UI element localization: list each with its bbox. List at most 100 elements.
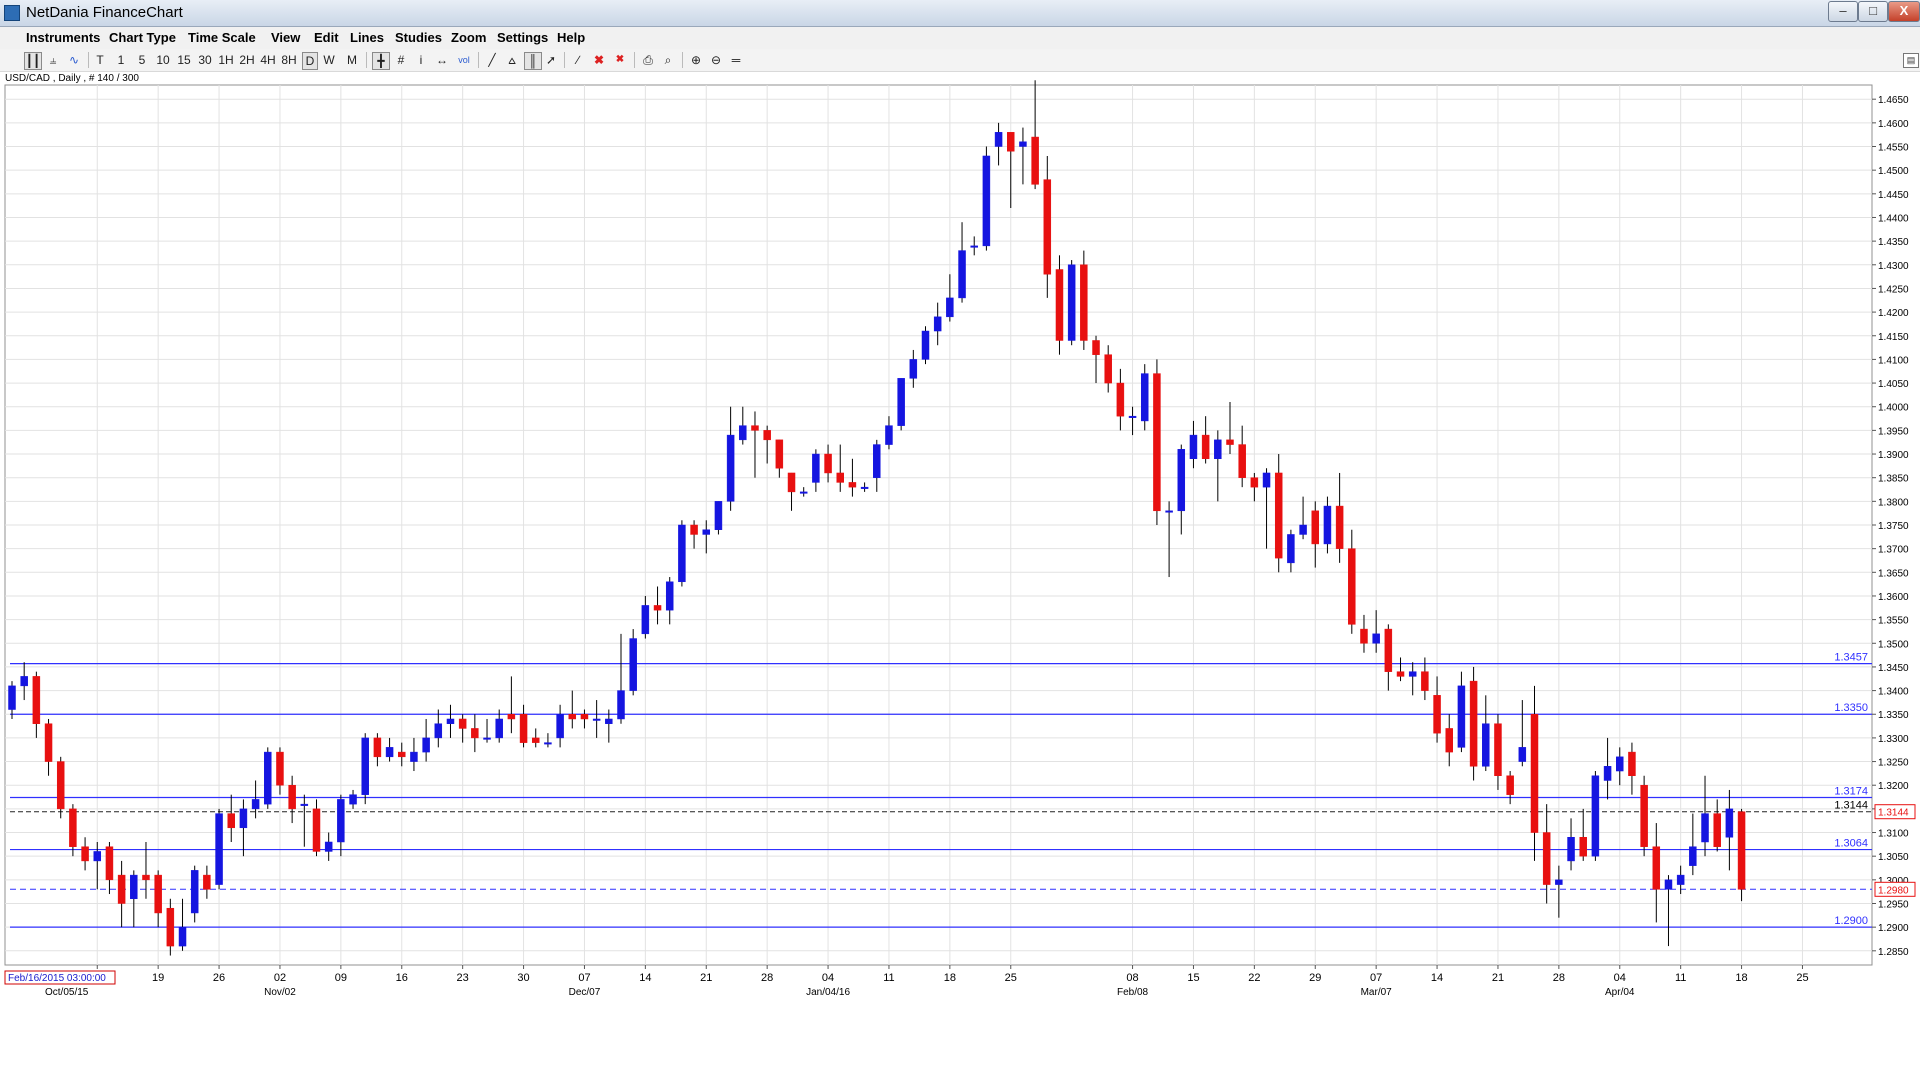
candle-body-up — [909, 359, 918, 379]
candle-body-up — [300, 803, 309, 806]
candle-body-down — [507, 713, 516, 720]
x-tick-label: 23 — [457, 972, 469, 984]
time-axis: 12192602Nov/020916233007Dec/0714212804Ja… — [4, 965, 1809, 998]
candle-body-down — [1311, 510, 1320, 545]
candle-body-up — [678, 524, 686, 583]
candle-body-down — [690, 524, 698, 535]
candle-body-up — [1567, 837, 1575, 862]
candle-body-up — [982, 155, 991, 247]
candle-body-up — [970, 245, 978, 248]
candle-body-down — [312, 808, 321, 852]
candle-body-up — [385, 747, 394, 758]
y-tick-label: 1.4650 — [1878, 95, 1909, 106]
x-tick-label: 30 — [517, 972, 529, 984]
candle-body-down — [81, 846, 89, 862]
x-tick-label: 21 — [1492, 972, 1504, 984]
x-tick-label: 14 — [1431, 972, 1443, 984]
x-tick-label: 08 — [1126, 972, 1138, 984]
candle-body-up — [1165, 510, 1173, 513]
y-tick-label: 1.3350 — [1878, 710, 1909, 721]
candle-body-up — [1408, 671, 1417, 677]
y-tick-label: 1.3600 — [1878, 592, 1909, 603]
candle-body-up — [1323, 505, 1332, 545]
x-tick-label: 28 — [1553, 972, 1565, 984]
candle-body-down — [653, 605, 662, 611]
candle-body-down — [1628, 751, 1636, 777]
candle-body-down — [1043, 179, 1052, 275]
candle-body-down — [1469, 680, 1478, 767]
y-tick-label: 1.3200 — [1878, 781, 1909, 792]
price-chart[interactable]: 1.3457 1.3350 1.3174 1.3064 1.2900 1.3144 1.2… — [0, 0, 1920, 1010]
candle-body-up — [93, 851, 102, 862]
x-tick-label: 16 — [396, 972, 408, 984]
candle-body-down — [105, 846, 114, 881]
candle-body-up — [446, 718, 455, 724]
y-tick-label: 1.4350 — [1878, 237, 1909, 248]
candle-body-up — [1616, 756, 1624, 772]
candle-body-up — [1689, 846, 1697, 866]
candle-body-down — [1348, 548, 1356, 625]
candle-body-down — [288, 784, 296, 810]
candle-body-down — [1250, 477, 1259, 488]
candle-body-up — [1177, 449, 1186, 512]
y-tick-label: 1.2900 — [1878, 923, 1909, 934]
reference-price-label: 1.3144 — [1834, 800, 1868, 812]
y-tick-label: 1.3450 — [1878, 663, 1909, 674]
x-tick-label: 19 — [152, 972, 164, 984]
y-tick-label: 1.3800 — [1878, 497, 1909, 508]
candle-body-down — [1360, 628, 1368, 644]
candle-body-down — [1226, 439, 1234, 445]
candle-body-up — [251, 799, 260, 810]
y-tick-label: 1.4300 — [1878, 261, 1909, 272]
last-price-box-label: 1.2980 — [1878, 885, 1909, 896]
candle-body-up — [434, 723, 443, 739]
candle-body-up — [946, 297, 954, 318]
candle-body-up — [885, 425, 893, 445]
candle-body-down — [117, 874, 126, 904]
candle-body-down — [580, 713, 589, 720]
candle-body-down — [1104, 354, 1112, 384]
candle-body-down — [1238, 444, 1246, 478]
x-tick-label: 04 — [1614, 972, 1626, 984]
x-tick-label: 07 — [1370, 972, 1382, 984]
x-tick-label: 28 — [761, 972, 773, 984]
candle-body-down — [166, 907, 175, 947]
candle-body-up — [556, 713, 564, 739]
candle-body-up — [1518, 747, 1527, 762]
y-tick-label: 1.4100 — [1878, 355, 1909, 366]
y-tick-label: 1.3100 — [1878, 829, 1909, 840]
candle-body-up — [605, 718, 613, 724]
x-tick-label: 04 — [822, 972, 834, 984]
x-tick-label: 15 — [1187, 972, 1199, 984]
candle-body-down — [1713, 813, 1721, 847]
y-tick-label: 1.4400 — [1878, 213, 1909, 224]
y-tick-label: 1.3900 — [1878, 450, 1909, 461]
candle-body-down — [1433, 695, 1441, 734]
y-tick-label: 1.3700 — [1878, 545, 1909, 556]
candle-body-down — [1092, 340, 1100, 355]
candle-body-up — [422, 737, 430, 753]
candle-body-up — [1664, 879, 1673, 890]
horizontal-level-label: 1.3174 — [1834, 786, 1868, 798]
candle-body-up — [1189, 434, 1198, 460]
candle-body-up — [958, 250, 966, 299]
y-tick-label: 1.3850 — [1878, 474, 1909, 485]
x-tick-label: 18 — [944, 972, 956, 984]
x-period-label: Mar/07 — [1361, 987, 1393, 998]
y-tick-label: 1.4450 — [1878, 190, 1909, 201]
x-tick-label: 14 — [639, 972, 651, 984]
candle-body-up — [702, 529, 711, 535]
candle-body-up — [349, 794, 357, 805]
candle-body-down — [471, 728, 479, 739]
x-tick-label: 18 — [1735, 972, 1747, 984]
y-tick-label: 1.3950 — [1878, 426, 1909, 437]
candle-body-up — [8, 685, 16, 710]
footer-area — [0, 1002, 1920, 1080]
candle-body-down — [203, 874, 211, 890]
candle-body-up — [178, 926, 187, 947]
y-tick-label: 1.2850 — [1878, 947, 1909, 958]
candle-body-down — [1031, 136, 1039, 185]
candle-body-down — [398, 751, 406, 758]
candle-body-down — [1530, 713, 1539, 833]
candle-body-up — [1701, 813, 1709, 843]
